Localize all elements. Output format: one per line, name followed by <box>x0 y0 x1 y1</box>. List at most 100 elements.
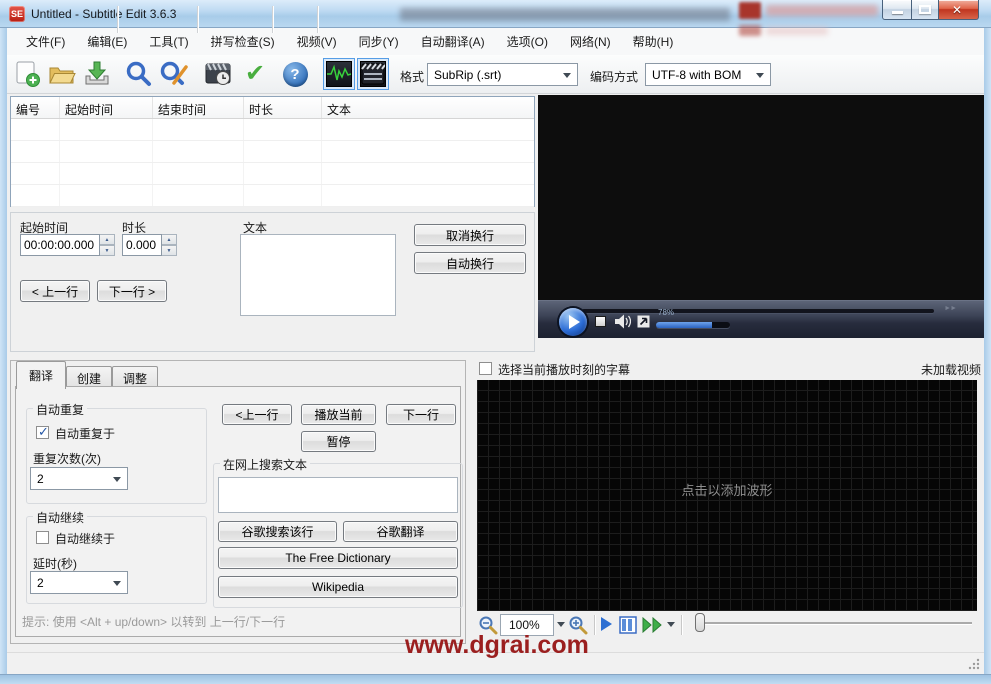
table-row <box>11 141 534 163</box>
menu-sync[interactable]: 同步(Y) <box>348 28 410 55</box>
column-duration[interactable]: 时长 <box>244 97 322 118</box>
prev-line-button[interactable]: < 上一行 <box>20 280 90 302</box>
menu-help[interactable]: 帮助(H) <box>622 28 685 55</box>
unbreak-button[interactable]: 取消换行 <box>414 224 526 246</box>
volume-icon[interactable] <box>614 314 631 329</box>
auto-continue-checkbox[interactable] <box>36 531 49 544</box>
menu-auto-translate[interactable]: 自动翻译(A) <box>410 28 496 55</box>
spin-up-icon[interactable]: ▲ <box>162 234 177 245</box>
web-search-input[interactable] <box>218 477 458 513</box>
minimize-button[interactable] <box>882 0 912 20</box>
translate-prev-line-button[interactable]: <上一行 <box>222 404 292 425</box>
close-button[interactable]: ✕ <box>939 0 979 20</box>
help-button[interactable]: ? <box>280 59 310 89</box>
blurred-pink-text-2 <box>766 27 828 35</box>
toolbar-separator <box>117 6 118 33</box>
video-toggle-button[interactable] <box>357 58 389 90</box>
auto-continue-title: 自动继续 <box>33 509 88 526</box>
google-translate-button[interactable]: 谷歌翻译 <box>343 521 458 542</box>
column-number[interactable]: 编号 <box>11 97 60 118</box>
open-file-button[interactable] <box>47 59 77 89</box>
start-time-stepper[interactable]: ▲▼ <box>20 234 115 256</box>
spinner-buttons[interactable]: ▲ ▼ <box>162 234 177 256</box>
window-border-left <box>0 28 7 684</box>
menu-edit[interactable]: 编辑(E) <box>76 28 138 55</box>
open-folder-icon <box>49 67 76 84</box>
new-file-button[interactable] <box>12 59 42 89</box>
visual-sync-button[interactable] <box>204 59 234 89</box>
resize-grip-icon[interactable] <box>967 657 981 671</box>
speed-dropdown-arrow-icon[interactable] <box>667 622 675 631</box>
waveform-toggle-button[interactable] <box>323 58 355 90</box>
encoding-label: 编码方式 <box>590 70 639 84</box>
fast-forward-icon[interactable]: ►► <box>944 305 957 312</box>
pause-button[interactable]: 暂停 <box>301 431 376 452</box>
volume-percent: 78% <box>658 308 675 317</box>
replace-icon <box>160 61 188 85</box>
encoding-value: UTF-8 with BOM <box>652 67 742 82</box>
google-search-button[interactable]: 谷歌搜索该行 <box>218 521 337 542</box>
start-time-input[interactable] <box>20 234 100 256</box>
save-icon <box>85 61 109 85</box>
menu-options[interactable]: 选项(O) <box>496 28 559 55</box>
save-button[interactable] <box>82 59 112 89</box>
subtitle-text-area[interactable] <box>240 234 396 316</box>
maximize-button[interactable] <box>912 0 939 20</box>
spin-down-icon[interactable]: ▼ <box>100 245 115 256</box>
columns-view-button[interactable] <box>618 613 638 637</box>
volume-slider[interactable] <box>656 322 730 328</box>
subtitle-list[interactable]: 编号 起始时间 结束时间 时长 文本 <box>10 96 535 207</box>
menu-file[interactable]: 文件(F) <box>15 28 76 55</box>
spin-up-icon[interactable]: ▲ <box>100 234 115 245</box>
playback-speed-button[interactable] <box>641 613 665 637</box>
waveform-zoom-value: 100% <box>509 618 540 632</box>
wikipedia-button[interactable]: Wikipedia <box>218 576 458 598</box>
translate-next-line-button[interactable]: 下一行 <box>386 404 456 425</box>
format-select[interactable]: SubRip (.srt) <box>427 63 578 86</box>
zoom-dropdown-arrow-icon[interactable] <box>557 622 565 631</box>
title-bar[interactable]: SE Untitled - Subtitle Edit 3.6.3 <box>0 0 991 28</box>
seek-bar[interactable] <box>582 309 934 313</box>
waveform-position-slider[interactable] <box>702 622 972 624</box>
app-icon: SE <box>9 6 25 22</box>
waveform-play-button[interactable] <box>601 617 619 631</box>
waveform-icon <box>326 61 352 87</box>
stop-button[interactable] <box>595 316 606 327</box>
tab-translate[interactable]: 翻译 <box>16 361 67 389</box>
menu-network[interactable]: 网络(N) <box>559 28 622 55</box>
fullscreen-icon[interactable] <box>637 315 650 328</box>
checkmark-icon: ✔ <box>244 60 266 87</box>
spin-down-icon[interactable]: ▼ <box>162 245 177 256</box>
column-text[interactable]: 文本 <box>322 97 534 118</box>
column-end-time[interactable]: 结束时间 <box>153 97 244 118</box>
new-file-icon <box>16 61 40 87</box>
find-button[interactable] <box>124 59 154 89</box>
auto-repeat-title: 自动重复 <box>33 401 88 418</box>
toolbar-separator <box>594 615 595 635</box>
duration-stepper[interactable]: ▲▼ <box>122 234 177 256</box>
play-button[interactable] <box>559 308 587 336</box>
video-player[interactable]: ◄◄ ►► 78% <box>538 95 984 338</box>
autobreak-button[interactable]: 自动换行 <box>414 252 526 274</box>
menu-tools[interactable]: 工具(T) <box>138 28 199 55</box>
free-dictionary-button[interactable]: The Free Dictionary <box>218 547 458 569</box>
spinner-buttons[interactable]: ▲ ▼ <box>100 234 115 256</box>
waveform-placeholder: 点击以添加波形 <box>681 483 773 498</box>
duration-input[interactable] <box>122 234 162 256</box>
spellcheck-button[interactable]: ✔ <box>240 59 270 89</box>
repeat-count-label: 重复次数(次) <box>33 452 101 466</box>
help-icon: ? <box>282 61 308 87</box>
auto-repeat-checkbox[interactable] <box>36 424 49 440</box>
encoding-select[interactable]: UTF-8 with BOM <box>645 63 771 86</box>
replace-button[interactable] <box>159 59 189 89</box>
next-line-button[interactable]: 下一行 > <box>97 280 167 302</box>
search-icon <box>126 61 151 86</box>
select-current-subtitle-checkbox[interactable] <box>479 362 492 375</box>
fast-forward-green-icon <box>642 617 662 633</box>
repeat-count-select[interactable]: 2 <box>30 467 128 490</box>
play-current-button[interactable]: 播放当前 <box>301 404 376 425</box>
column-start-time[interactable]: 起始时间 <box>60 97 153 118</box>
waveform-area[interactable]: 点击以添加波形 <box>477 380 977 611</box>
waveform-position-thumb[interactable] <box>695 613 705 632</box>
delay-select[interactable]: 2 <box>30 571 128 594</box>
